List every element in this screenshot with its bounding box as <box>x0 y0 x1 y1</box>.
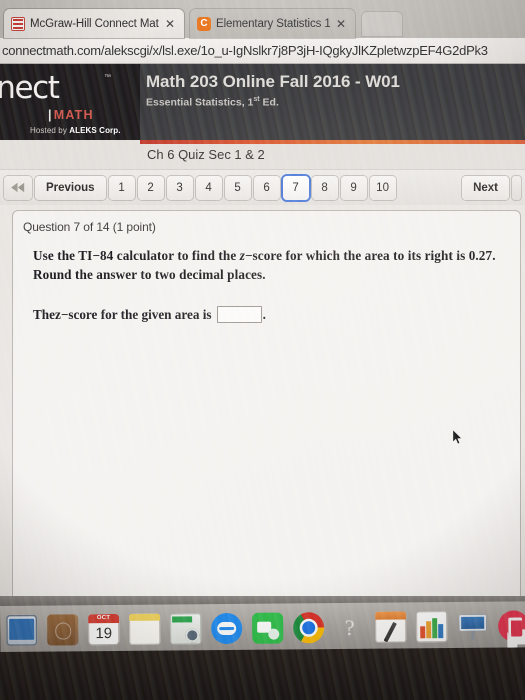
pager-page-2[interactable]: 2 <box>137 175 164 200</box>
page-title: Math 203 Online Fall 2016 - W01 <box>146 72 400 91</box>
address-bar[interactable]: connectmath.com/alekscgi/x/lsl.exe/1o_u-… <box>0 38 525 64</box>
double-chevron-left-icon <box>11 182 25 193</box>
pager-page-4[interactable]: 4 <box>195 175 222 200</box>
answer-row: The z −score for the given area is . <box>23 306 506 324</box>
pager-back-button[interactable] <box>4 175 32 200</box>
pager-edge-button[interactable] <box>512 175 521 200</box>
photographed-screen: McGraw-Hill Connect Math ✕ C Elementary … <box>0 0 525 700</box>
contacts-icon[interactable] <box>47 614 79 646</box>
question-pager: Previous 1 2 3 4 5 6 7 8 9 10 Next <box>0 169 525 205</box>
previous-button[interactable]: Previous <box>35 175 106 200</box>
logo-wordmark: nnect <box>0 70 60 106</box>
breadcrumb: Ch 6 Quiz Sec 1 & 2 <box>0 140 525 169</box>
notes-icon[interactable] <box>129 613 161 645</box>
tab-label: McGraw-Hill Connect Math <box>30 17 159 30</box>
calendar-month: OCT <box>88 613 120 624</box>
pages-icon[interactable] <box>375 611 407 643</box>
logo-hosted-by: Hosted by ALEKS Corp. <box>30 126 121 135</box>
answer-period: . <box>262 306 266 322</box>
messages-icon[interactable] <box>211 612 243 645</box>
keynote-icon[interactable] <box>457 611 488 642</box>
pager-page-7[interactable]: 7 <box>282 175 309 200</box>
logo-math-text: MATH <box>53 108 94 122</box>
pager-page-6[interactable]: 6 <box>253 175 280 200</box>
question-meta: Question 7 of 14 (1 point) <box>23 220 156 234</box>
logo-divider-icon: | <box>48 108 53 122</box>
answer-label-suffix: −score for the given area is <box>60 306 212 322</box>
logo-math-label: |MATH <box>48 108 94 122</box>
browser-tab-elementary-statistics[interactable]: C Elementary Statistics 1st E ✕ <box>190 9 355 38</box>
url-text: connectmath.com/alekscgi/x/lsl.exe/1o_u-… <box>2 43 488 58</box>
question-panel: Question 7 of 14 (1 point) Use the TI−84… <box>12 210 521 608</box>
desk-surface <box>0 648 525 700</box>
web-page-content: nnect ™ |MATH Hosted by ALEKS Corp. Math… <box>0 64 525 608</box>
tab-label: Elementary Statistics 1st E <box>216 17 330 30</box>
breadcrumb-inner: Ch 6 Quiz Sec 1 & 2 <box>140 146 265 164</box>
trademark-icon: ™ <box>104 74 111 81</box>
calendar-day: 19 <box>95 625 113 643</box>
help-icon[interactable]: ? <box>334 612 365 643</box>
mheducation-icon <box>11 16 25 31</box>
browser-window: McGraw-Hill Connect Math ✕ C Elementary … <box>0 0 525 608</box>
pager-page-5[interactable]: 5 <box>224 175 251 200</box>
connect-math-logo[interactable]: nnect ™ |MATH Hosted by ALEKS Corp. <box>0 64 140 140</box>
answer-input[interactable] <box>216 306 262 324</box>
close-icon[interactable]: ✕ <box>164 18 176 30</box>
itunes-icon[interactable] <box>498 610 525 642</box>
browser-tab-connect-math[interactable]: McGraw-Hill Connect Math ✕ <box>4 9 184 38</box>
new-tab-button[interactable] <box>362 12 402 36</box>
pager-page-1[interactable]: 1 <box>108 175 135 200</box>
mouse-pointer-icon <box>452 429 463 445</box>
facetime-icon[interactable] <box>252 612 284 644</box>
pager-page-10[interactable]: 10 <box>369 175 396 200</box>
accent-divider <box>140 140 525 144</box>
ipad-icon[interactable] <box>6 614 38 646</box>
pager-page-8[interactable]: 8 <box>311 175 338 200</box>
question-prompt: Use the TI−84 calculator to find the z−s… <box>23 246 506 284</box>
app-store-icon[interactable] <box>170 613 202 645</box>
connect-c-icon: C <box>197 16 211 31</box>
pager-page-9[interactable]: 9 <box>340 175 367 200</box>
macos-dock: OCT 19 ? <box>0 601 525 652</box>
close-icon[interactable]: ✕ <box>335 18 347 30</box>
calendar-icon[interactable]: OCT 19 <box>88 613 120 646</box>
browser-tabstrip: McGraw-Hill Connect Math ✕ C Elementary … <box>0 0 525 38</box>
prompt-segment-1: Use the TI−84 calculator to find the <box>33 248 240 263</box>
answer-label-prefix: The <box>33 306 55 322</box>
course-subtitle: Essential Statistics, 1st Ed. <box>146 96 279 109</box>
numbers-icon[interactable] <box>416 611 448 643</box>
dock-items: OCT 19 ? <box>0 601 525 652</box>
assignment-title: Ch 6 Quiz Sec 1 & 2 <box>147 146 265 162</box>
chrome-icon[interactable] <box>293 612 325 644</box>
pager-page-3[interactable]: 3 <box>166 175 193 200</box>
header-titles: Math 203 Online Fall 2016 - W01 Essentia… <box>140 64 525 140</box>
site-header: nnect ™ |MATH Hosted by ALEKS Corp. Math… <box>0 64 525 140</box>
next-button[interactable]: Next <box>462 175 509 200</box>
